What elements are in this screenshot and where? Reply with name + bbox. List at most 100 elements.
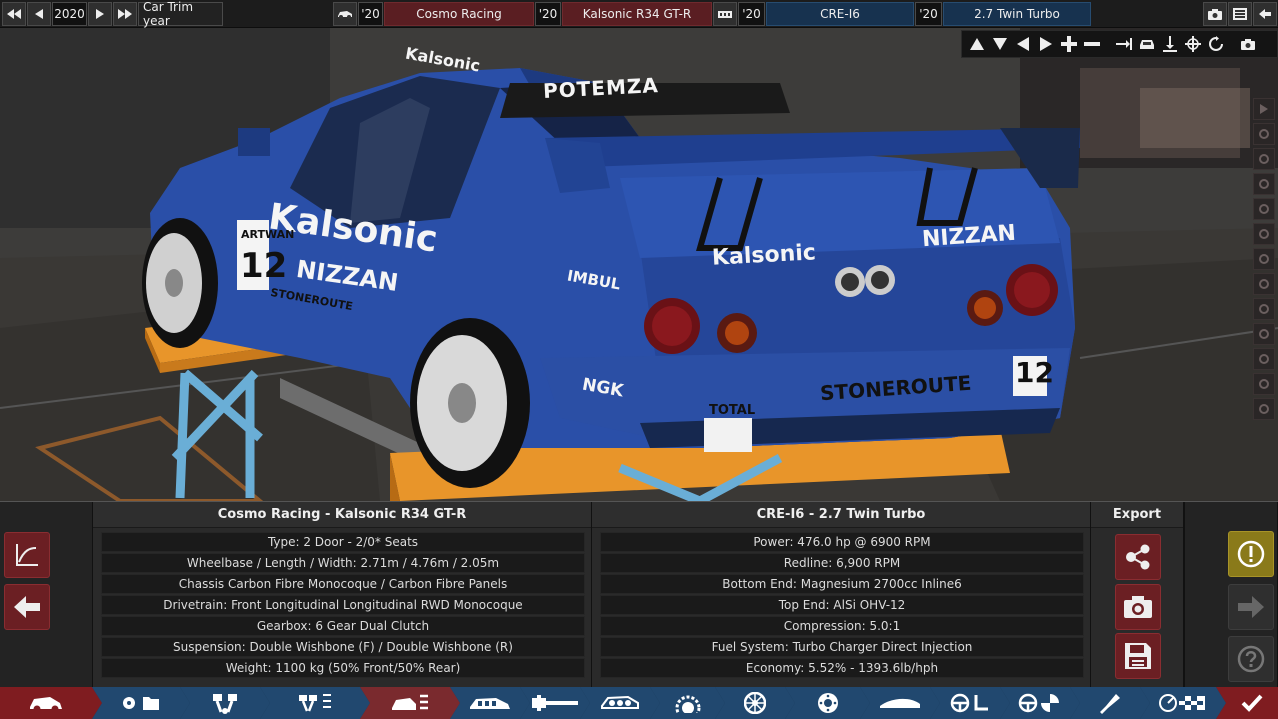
strip-tool-button-1[interactable] xyxy=(1253,148,1275,170)
camera-down-button[interactable] xyxy=(989,33,1011,55)
car-side-icon xyxy=(28,693,64,713)
nav-brakes[interactable] xyxy=(785,687,870,719)
strip-tool-button-5[interactable] xyxy=(1253,248,1275,270)
nav-body[interactable] xyxy=(450,687,530,719)
right-arrow-icon xyxy=(1238,596,1264,618)
next-step-button[interactable] xyxy=(1228,584,1274,630)
nav-tuning[interactable] xyxy=(1000,687,1080,719)
camera-left-button[interactable] xyxy=(1012,33,1034,55)
share-button[interactable] xyxy=(1115,534,1161,580)
car-info-panel: Cosmo Racing - Kalsonic R34 GT-R Type: 2… xyxy=(92,502,592,688)
previous-step-button[interactable] xyxy=(4,584,50,630)
strip-wheel-button[interactable] xyxy=(1253,123,1275,145)
strip-tool-button-3[interactable] xyxy=(1253,198,1275,220)
engine-info-title: CRE-I6 - 2.7 Twin Turbo xyxy=(592,502,1090,528)
tool-icon xyxy=(1259,254,1269,264)
zoom-in-button[interactable] xyxy=(1058,33,1080,55)
top-bar: 2020 Car Trim year '20 Cosmo Racing '20 … xyxy=(0,0,1278,28)
back-button[interactable] xyxy=(1253,2,1277,26)
trim-year-label: '20 xyxy=(535,2,561,26)
tool-icon xyxy=(1259,154,1269,164)
engine-family-dropdown[interactable]: CRE-I6 xyxy=(766,2,914,26)
warning-button[interactable] xyxy=(1228,531,1274,577)
nav-engine-family[interactable] xyxy=(92,687,190,719)
camera-up-button[interactable] xyxy=(966,33,988,55)
engine-info-row: Redline: 6,900 RPM xyxy=(600,553,1084,573)
help-button[interactable] xyxy=(1228,636,1274,682)
strip-tool-button-2[interactable] xyxy=(1253,173,1275,195)
reset-camera-button[interactable] xyxy=(1205,33,1227,55)
nav-interior[interactable] xyxy=(930,687,1010,719)
car-info-row: Type: 2 Door - 2/0* Seats xyxy=(101,532,585,552)
view-side-button[interactable] xyxy=(1113,33,1135,55)
expand-strip-button[interactable] xyxy=(1253,98,1275,120)
speedometer-flag-icon xyxy=(1159,694,1207,712)
strip-person-button[interactable] xyxy=(1253,373,1275,395)
nav-engine-design[interactable] xyxy=(180,687,270,719)
graph-button[interactable] xyxy=(4,532,50,578)
variant-year-label: '20 xyxy=(915,2,942,26)
save-button[interactable] xyxy=(1115,633,1161,679)
nav-car-overview[interactable] xyxy=(360,687,460,719)
car-info-icon xyxy=(390,692,430,714)
strip-tool-button-6[interactable] xyxy=(1253,273,1275,295)
nav-engine-placement[interactable] xyxy=(580,687,660,719)
strip-circle-button[interactable] xyxy=(1253,398,1275,420)
trim-dropdown[interactable]: Kalsonic R34 GT-R xyxy=(562,2,712,26)
triangle-up-icon xyxy=(970,38,984,50)
export-photo-button[interactable] xyxy=(1115,584,1161,630)
nav-drivetrain[interactable] xyxy=(650,687,725,719)
camera-icon xyxy=(1241,38,1255,50)
car-year-label: '20 xyxy=(358,2,383,26)
side-small-sponsor: ARTWAN xyxy=(241,228,295,241)
car-info-title: Cosmo Racing - Kalsonic R34 GT-R xyxy=(93,502,591,528)
photo-mode-button[interactable] xyxy=(1237,33,1259,55)
camera-right-button[interactable] xyxy=(1035,33,1057,55)
car-model-dropdown[interactable]: Cosmo Racing xyxy=(384,2,534,26)
previous-year-button[interactable] xyxy=(27,2,51,26)
info-panel: Cosmo Racing - Kalsonic R34 GT-R Type: 2… xyxy=(0,501,1278,688)
view-car-button[interactable] xyxy=(1136,33,1158,55)
car-select-button[interactable] xyxy=(333,2,357,26)
nav-car-model[interactable] xyxy=(0,687,102,719)
minus-icon xyxy=(1084,42,1100,46)
left-arrow-icon xyxy=(35,9,43,19)
engine-select-button[interactable] xyxy=(713,2,737,26)
car-info-row: Chassis Carbon Fibre Monocoque / Carbon … xyxy=(101,574,585,594)
export-panel: Export xyxy=(1090,502,1184,688)
camera-toolbar xyxy=(961,30,1278,58)
car-info-row: Gearbox: 6 Gear Dual Clutch xyxy=(101,616,585,636)
aero-car-icon xyxy=(880,696,920,710)
screenshot-button[interactable] xyxy=(1203,2,1227,26)
design-steps-nav xyxy=(0,687,1278,719)
steering-checkered-icon xyxy=(1018,693,1062,713)
right-arrow-icon xyxy=(96,9,104,19)
last-year-button[interactable] xyxy=(113,2,137,26)
nav-paint[interactable] xyxy=(1070,687,1150,719)
nav-testing[interactable] xyxy=(1140,687,1226,719)
view-down-button[interactable] xyxy=(1159,33,1181,55)
nav-chassis[interactable] xyxy=(520,687,590,719)
triangle-right-icon xyxy=(1040,37,1052,51)
engine-info-row: Top End: AlSi OHV-12 xyxy=(600,595,1084,615)
car-front-icon xyxy=(1140,40,1154,49)
rear-race-number: 12 xyxy=(1015,356,1054,389)
menu-button[interactable] xyxy=(1228,2,1252,26)
car-3d-viewport[interactable]: POTEMZA Kalsonic Kalsonic NIZZAN STONERO… xyxy=(0,28,1278,501)
tool-icon xyxy=(1259,179,1269,189)
left-arrow-icon xyxy=(14,596,40,618)
nav-aero[interactable] xyxy=(860,687,940,719)
nav-engine-tuning[interactable] xyxy=(260,687,370,719)
first-year-button[interactable] xyxy=(2,2,26,26)
double-left-arrow-icon xyxy=(7,9,21,19)
nav-suspension[interactable] xyxy=(715,687,795,719)
zoom-out-button[interactable] xyxy=(1081,33,1103,55)
strip-settings-button[interactable] xyxy=(1253,348,1275,370)
engine-variant-dropdown[interactable]: 2.7 Twin Turbo xyxy=(943,2,1091,26)
status-panel xyxy=(1184,502,1278,688)
strip-tool-button-7[interactable] xyxy=(1253,298,1275,320)
strip-tool-button-8[interactable] xyxy=(1253,323,1275,345)
next-year-button[interactable] xyxy=(88,2,112,26)
rotate-axis-button[interactable] xyxy=(1182,33,1204,55)
strip-tool-button-4[interactable] xyxy=(1253,223,1275,245)
